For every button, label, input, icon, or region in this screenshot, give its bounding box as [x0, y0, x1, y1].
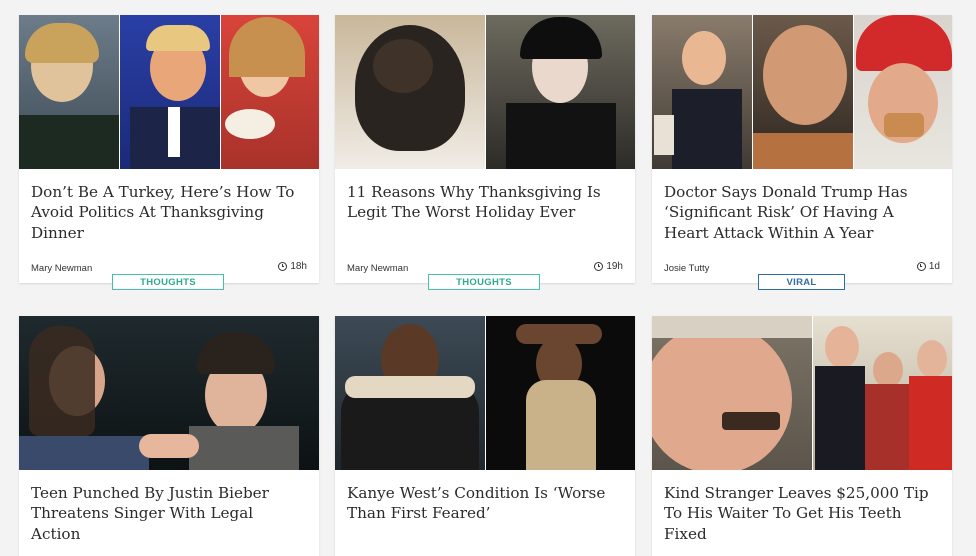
- article-title[interactable]: 11 Reasons Why Thanksgiving Is Legit The…: [347, 182, 623, 223]
- article-card[interactable]: Kind Stranger Leaves $25,000 Tip To His …: [652, 316, 952, 556]
- thumbnail-panel: [652, 15, 752, 169]
- time-label: 1d: [928, 261, 940, 272]
- article-title[interactable]: Teen Punched By Justin Bieber Threatens …: [31, 483, 307, 544]
- article-time: 18h: [278, 261, 307, 272]
- article-thumbnail[interactable]: [335, 15, 635, 169]
- article-author[interactable]: Mary Newman: [347, 263, 408, 274]
- article-card[interactable]: Kanye West’s Condition Is ‘Worse Than Fi…: [335, 316, 635, 556]
- thumbnail-panel: [19, 316, 319, 470]
- thumbnail-panel: [812, 316, 952, 470]
- thumbnail-panel: [485, 15, 635, 169]
- article-thumbnail[interactable]: [19, 316, 319, 470]
- article-title[interactable]: Doctor Says Donald Trump Has ‘Significan…: [664, 182, 940, 243]
- article-title[interactable]: Kind Stranger Leaves $25,000 Tip To His …: [664, 483, 940, 544]
- article-thumbnail[interactable]: [652, 316, 952, 470]
- thumbnail-panel: [853, 15, 952, 169]
- article-thumbnail[interactable]: [652, 15, 952, 169]
- thumbnail-panel: [485, 316, 635, 470]
- thumbnail-panel: [19, 15, 119, 169]
- article-card[interactable]: Don’t Be A Turkey, Here’s How To Avoid P…: [19, 15, 319, 283]
- article-title[interactable]: Don’t Be A Turkey, Here’s How To Avoid P…: [31, 182, 307, 243]
- article-time: 1d: [916, 261, 940, 272]
- clock-icon: [278, 262, 288, 271]
- time-label: 18h: [290, 261, 307, 272]
- article-card[interactable]: Teen Punched By Justin Bieber Threatens …: [19, 316, 319, 556]
- category-tag[interactable]: THOUGHTS: [112, 274, 224, 290]
- category-tag[interactable]: VIRAL: [758, 274, 845, 290]
- thumbnail-panel: [752, 15, 853, 169]
- thumbnail-panel: [335, 316, 485, 470]
- time-label: 19h: [606, 261, 623, 272]
- clock-icon: [916, 262, 926, 271]
- article-author[interactable]: Josie Tutty: [664, 263, 709, 274]
- category-tag[interactable]: THOUGHTS: [428, 274, 540, 290]
- article-card[interactable]: Doctor Says Donald Trump Has ‘Significan…: [652, 15, 952, 283]
- article-time: 19h: [594, 261, 623, 272]
- thumbnail-panel: [335, 15, 485, 169]
- article-thumbnail[interactable]: [19, 15, 319, 169]
- article-title[interactable]: Kanye West’s Condition Is ‘Worse Than Fi…: [347, 483, 623, 524]
- thumbnail-panel: [220, 15, 319, 169]
- article-author[interactable]: Mary Newman: [31, 263, 92, 274]
- thumbnail-panel: [652, 316, 812, 470]
- thumbnail-panel: [119, 15, 220, 169]
- article-card[interactable]: 11 Reasons Why Thanksgiving Is Legit The…: [335, 15, 635, 283]
- article-thumbnail[interactable]: [335, 316, 635, 470]
- clock-icon: [594, 262, 604, 271]
